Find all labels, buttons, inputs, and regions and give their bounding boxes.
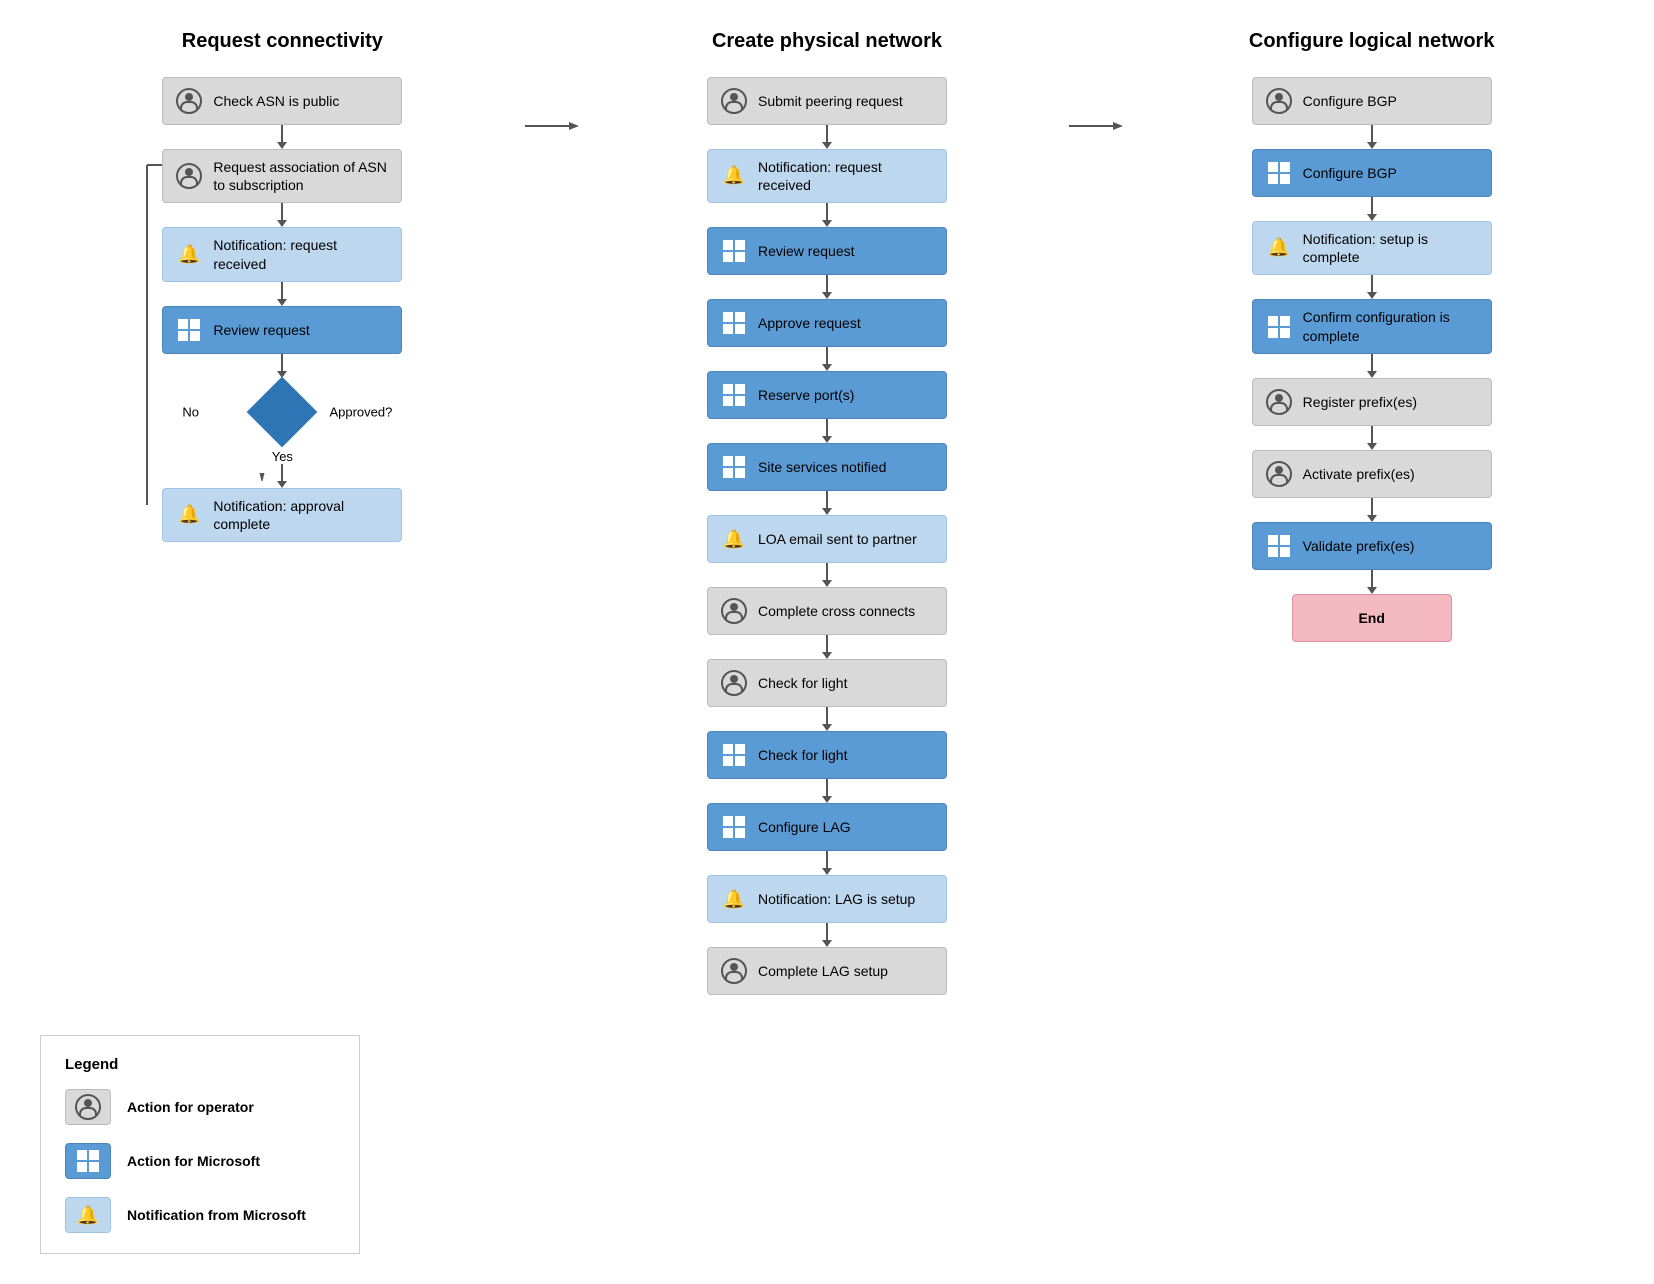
arrow (277, 354, 287, 378)
arrow (1367, 426, 1377, 450)
arrow (822, 203, 832, 227)
person-icon (720, 669, 748, 697)
arrow (277, 203, 287, 227)
windows-icon (720, 813, 748, 841)
col1-col2-connector (525, 116, 585, 136)
c2-submit-peering: Submit peering request (707, 77, 947, 125)
legend-title: Legend (65, 1056, 335, 1073)
windows-icon (720, 741, 748, 769)
yes-label: Yes (272, 449, 293, 464)
c2-notification-received: 🔔 Notification: request received (707, 149, 947, 203)
legend-microsoft-label: Action for Microsoft (127, 1153, 260, 1169)
c1-check-asn: Check ASN is public (162, 77, 402, 125)
col2-col3-connector (1069, 116, 1129, 136)
bell-icon: 🔔 (720, 525, 748, 553)
c1-notification-received: 🔔 Notification: request received (162, 227, 402, 281)
approved-label: Approved? (329, 404, 392, 419)
windows-icon (720, 309, 748, 337)
col1-title: Request connectivity (182, 30, 383, 53)
legend-item-microsoft: Action for Microsoft (65, 1143, 335, 1179)
person-icon (720, 87, 748, 115)
arrow (822, 923, 832, 947)
c2-complete-lag: Complete LAG setup (707, 947, 947, 995)
windows-icon (720, 381, 748, 409)
legend-item-operator: Action for operator (65, 1089, 335, 1125)
c3-register-prefix: Register prefix(es) (1252, 378, 1492, 426)
arrow (277, 125, 287, 149)
c3-configure-bgp-ms: Configure BGP (1252, 149, 1492, 197)
arrow (277, 464, 287, 488)
windows-icon (720, 237, 748, 265)
arrow (1367, 125, 1377, 149)
c3-configure-bgp-person: Configure BGP (1252, 77, 1492, 125)
col2-title: Create physical network (712, 30, 942, 53)
legend-notification-label: Notification from Microsoft (127, 1207, 306, 1223)
arrow (1367, 197, 1377, 221)
c2-reserve-ports: Reserve port(s) (707, 371, 947, 419)
c2-review-request: Review request (707, 227, 947, 275)
person-icon (1265, 388, 1293, 416)
bell-icon: 🔔 (720, 162, 748, 190)
windows-icon (1265, 532, 1293, 560)
person-icon (1265, 460, 1293, 488)
bell-icon: 🔔 (175, 501, 203, 529)
arrow (1367, 498, 1377, 522)
c3-confirm-config: Confirm configuration is complete (1252, 299, 1492, 353)
arrow (822, 779, 832, 803)
arrow (822, 125, 832, 149)
arrow (822, 275, 832, 299)
c2-loa-email: 🔔 LOA email sent to partner (707, 515, 947, 563)
c1-notification-approval: 🔔 Notification: approval complete (162, 488, 402, 542)
person-icon (175, 162, 203, 190)
c2-check-light-2: Check for light (707, 731, 947, 779)
legend: Legend Action for operator Action for Mi… (40, 1035, 360, 1254)
bell-icon: 🔔 (720, 885, 748, 913)
windows-icon (1265, 159, 1293, 187)
arrow (822, 491, 832, 515)
arrow (277, 282, 287, 306)
col3-title: Configure logical network (1249, 30, 1495, 53)
person-icon (720, 957, 748, 985)
person-icon (175, 87, 203, 115)
arrow (822, 563, 832, 587)
c2-notification-lag: 🔔 Notification: LAG is setup (707, 875, 947, 923)
c2-complete-cross: Complete cross connects (707, 587, 947, 635)
c3-end: End (1292, 594, 1452, 642)
windows-icon (175, 316, 203, 344)
c2-configure-lag: Configure LAG (707, 803, 947, 851)
arrow (822, 707, 832, 731)
legend-gray-box (65, 1089, 111, 1125)
c2-approve-request: Approve request (707, 299, 947, 347)
legend-operator-label: Action for operator (127, 1099, 254, 1115)
legend-blue-box (65, 1143, 111, 1179)
legend-lightblue-box: 🔔 (65, 1197, 111, 1233)
c3-notification-setup: 🔔 Notification: setup is complete (1252, 221, 1492, 275)
arrow (822, 347, 832, 371)
legend-item-notification: 🔔 Notification from Microsoft (65, 1197, 335, 1233)
arrow (1367, 570, 1377, 594)
bell-icon: 🔔 (1265, 234, 1293, 262)
c1-request-assoc: Request association of ASN to subscripti… (162, 149, 402, 203)
windows-icon (720, 453, 748, 481)
person-icon (720, 597, 748, 625)
c2-site-services: Site services notified (707, 443, 947, 491)
person-icon (1265, 87, 1293, 115)
arrow (822, 635, 832, 659)
arrow (1367, 275, 1377, 299)
windows-icon (1265, 313, 1293, 341)
c3-validate-prefix: Validate prefix(es) (1252, 522, 1492, 570)
arrow (1367, 354, 1377, 378)
c2-check-light-1: Check for light (707, 659, 947, 707)
arrow (822, 419, 832, 443)
approved-diamond: No Approved? Yes (162, 382, 402, 442)
bell-icon: 🔔 (175, 241, 203, 269)
arrow (822, 851, 832, 875)
c1-review-request: Review request (162, 306, 402, 354)
c3-activate-prefix: Activate prefix(es) (1252, 450, 1492, 498)
no-label: No (182, 404, 199, 419)
loop-back-arrow (132, 165, 162, 505)
